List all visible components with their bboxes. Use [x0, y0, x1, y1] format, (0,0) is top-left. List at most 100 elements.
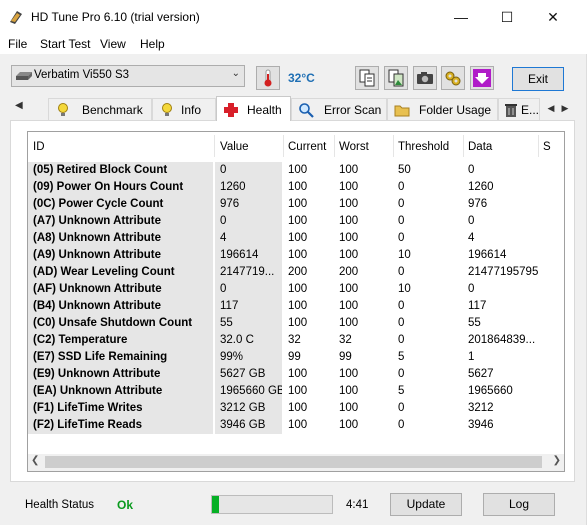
cell-current: 100 — [288, 402, 308, 414]
tab-health[interactable]: Health — [216, 96, 291, 121]
column-header-data[interactable]: Data — [463, 139, 492, 155]
cell-worst: 100 — [339, 249, 359, 261]
cell-threshold: 0 — [398, 317, 405, 329]
scroll-right-icon[interactable]: ❯ — [553, 455, 561, 466]
chevron-down-icon: ⌄ — [231, 68, 240, 79]
update-button[interactable]: Update — [390, 493, 462, 516]
table-row[interactable]: (A8) Unknown Attribute 4 100 100 0 4 — [28, 230, 564, 247]
cell-value: 32.0 C — [215, 332, 282, 349]
app-window: HD Tune Pro 6.10 (trial version) — ☐ ✕ F… — [0, 0, 587, 525]
options-button[interactable] — [441, 66, 465, 90]
table-row[interactable]: (F2) LifeTime Reads 3946 GB 100 100 0 3946 — [28, 417, 564, 434]
horizontal-scrollbar[interactable]: ❮ ❯ — [28, 454, 564, 471]
cell-threshold: 50 — [398, 164, 411, 176]
column-header-id[interactable]: ID — [28, 139, 45, 155]
exit-button[interactable]: Exit — [512, 67, 564, 91]
table-row[interactable]: (F1) LifeTime Writes 3212 GB 100 100 0 3212 — [28, 400, 564, 417]
column-header-threshold[interactable]: Threshold — [393, 139, 449, 155]
health-status-label: Health Status — [25, 499, 95, 511]
tab-scroll-left-icon[interactable]: ◀ — [15, 100, 23, 111]
table-row[interactable]: (E7) SSD Life Remaining 99% 99 99 5 1 — [28, 349, 564, 366]
menu-start-test[interactable]: Start Test — [40, 37, 90, 51]
cell-value: 117 — [215, 298, 282, 315]
tab-prev-icon[interactable]: ◀ — [544, 98, 558, 118]
table-row[interactable]: (AD) Wear Leveling Count 2147719... 200 200… — [28, 264, 564, 281]
cell-value: 3212 GB — [215, 400, 282, 417]
cell-current: 32 — [288, 334, 301, 346]
temperature-button[interactable] — [256, 66, 280, 90]
save-button[interactable] — [470, 66, 494, 90]
table-row[interactable]: (09) Power On Hours Count 1260 100 100 0 1260 — [28, 179, 564, 196]
menu-file[interactable]: File — [8, 37, 27, 51]
cell-worst: 100 — [339, 232, 359, 244]
table-row[interactable]: (C0) Unsafe Shutdown Count 55 100 100 0 55 — [28, 315, 564, 332]
cell-threshold: 0 — [398, 198, 405, 210]
health-status-value: Ok — [117, 498, 134, 512]
table-row[interactable]: (B4) Unknown Attribute 117 100 100 0 117 — [28, 298, 564, 315]
cell-value: 0 — [215, 281, 282, 298]
scrollbar-thumb[interactable] — [45, 456, 542, 468]
title-bar: HD Tune Pro 6.10 (trial version) — ☐ ✕ — [0, 0, 587, 34]
cell-id: (EA) Unknown Attribute — [28, 383, 213, 400]
cell-current: 100 — [288, 283, 308, 295]
tab-erase-label: E... — [521, 103, 540, 117]
menu-view[interactable]: View — [100, 37, 126, 51]
tab-info[interactable]: Info — [152, 98, 216, 120]
cell-value: 0 — [215, 213, 282, 230]
drive-select[interactable]: Verbatim Vi550 S3 ⌄ — [11, 65, 245, 87]
cell-current: 100 — [288, 300, 308, 312]
cell-id: (05) Retired Block Count — [28, 162, 213, 179]
close-button[interactable]: ✕ — [530, 0, 576, 34]
cell-current: 100 — [288, 385, 308, 397]
table-row[interactable]: (AF) Unknown Attribute 0 100 100 10 0 — [28, 281, 564, 298]
cell-data: 4 — [468, 232, 475, 244]
cell-id: (A8) Unknown Attribute — [28, 230, 213, 247]
screenshot-button[interactable] — [413, 66, 437, 90]
tab-folder-usage[interactable]: Folder Usage — [387, 98, 498, 120]
table-row[interactable]: (A9) Unknown Attribute 196614 100 100 10 1966… — [28, 247, 564, 264]
column-header-value[interactable]: Value — [215, 139, 249, 155]
tab-error-scan[interactable]: Error Scan — [291, 98, 387, 120]
folder-icon — [394, 105, 410, 117]
cell-data: 196614 — [468, 249, 507, 261]
bulb-icon — [58, 103, 68, 116]
column-header-status[interactable]: S — [538, 139, 551, 155]
smart-table[interactable]: ID Value Current Worst Threshold Data S … — [27, 131, 565, 472]
cell-data: 201864839... — [468, 334, 536, 346]
table-row[interactable]: (05) Retired Block Count 0 100 100 50 0 — [28, 162, 564, 179]
cell-current: 100 — [288, 317, 308, 329]
cell-value: 55 — [215, 315, 282, 332]
log-button[interactable]: Log — [483, 493, 555, 516]
tab-erase[interactable]: E... — [498, 98, 540, 120]
tab-folder-usage-label: Folder Usage — [419, 103, 492, 117]
table-row[interactable]: (0C) Power Cycle Count 976 100 100 0 976 — [28, 196, 564, 213]
tab-benchmark[interactable]: Benchmark — [48, 98, 152, 120]
cell-id: (E9) Unknown Attribute — [28, 366, 213, 383]
cell-value: 4 — [215, 230, 282, 247]
cell-data: 976 — [468, 198, 488, 210]
cell-data: 1965660 — [468, 385, 513, 397]
camera-icon — [417, 72, 433, 84]
table-row[interactable]: (A7) Unknown Attribute 0 100 100 0 0 — [28, 213, 564, 230]
maximize-button[interactable]: ☐ — [484, 0, 530, 34]
cell-value: 976 — [215, 196, 282, 213]
table-row[interactable]: (C2) Temperature 32.0 C 32 32 0 201864839... — [28, 332, 564, 349]
cell-value: 2147719... — [215, 264, 282, 281]
minimize-button[interactable]: — — [438, 0, 484, 34]
scroll-left-icon[interactable]: ❮ — [31, 455, 39, 466]
tab-next-icon[interactable]: ▶ — [558, 98, 572, 118]
copy-image-button[interactable] — [384, 66, 408, 90]
copy-text-button[interactable] — [355, 66, 379, 90]
column-header-worst[interactable]: Worst — [334, 139, 369, 155]
progress-bar — [211, 495, 333, 514]
table-row[interactable]: (E9) Unknown Attribute 5627 GB 100 100 0 5627 — [28, 366, 564, 383]
cell-data: 0 — [468, 164, 475, 176]
menu-help[interactable]: Help — [140, 37, 165, 51]
cell-worst: 100 — [339, 300, 359, 312]
table-row[interactable]: (EA) Unknown Attribute 1965660 GB 100 100 5 1… — [28, 383, 564, 400]
cell-data: 1 — [468, 351, 475, 363]
info-bulb-icon — [162, 103, 172, 116]
column-header-current[interactable]: Current — [283, 139, 326, 155]
elapsed-time: 4:41 — [346, 499, 369, 511]
copy-document-icon — [359, 69, 375, 87]
